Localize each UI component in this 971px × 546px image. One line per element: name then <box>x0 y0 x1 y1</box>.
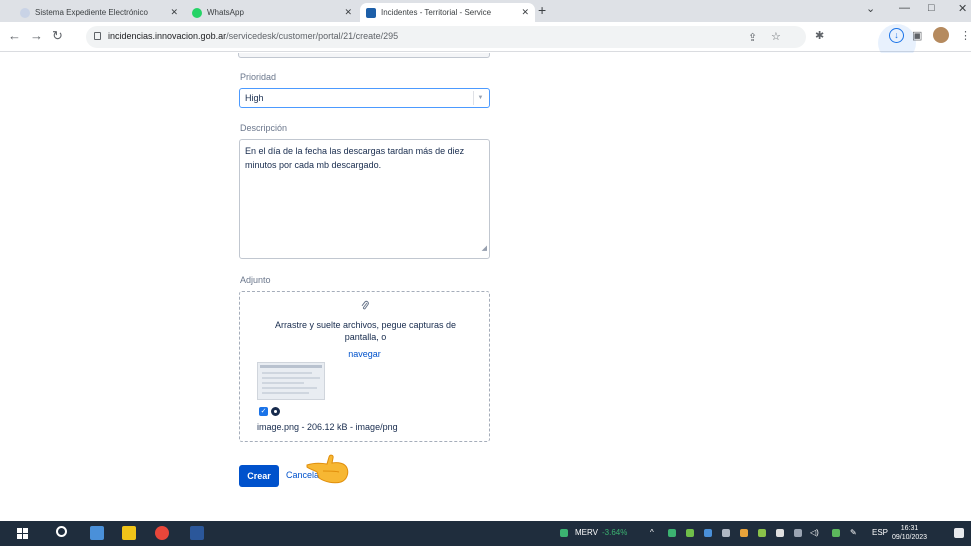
word-icon[interactable] <box>190 526 204 540</box>
previous-field-edge <box>238 53 490 58</box>
browser-toolbar: ← → ↻ incidencias.innovacion.gob.ar/serv… <box>0 22 971 62</box>
tab-search-chevron-icon[interactable]: ⌄ <box>866 2 875 15</box>
close-window-button[interactable]: ✕ <box>958 2 967 15</box>
sidepanel-icon[interactable]: ▣ <box>912 29 922 42</box>
tray-overflow-icon[interactable]: ^ <box>650 528 654 537</box>
thumbnail-line <box>262 377 320 379</box>
address-bar[interactable]: incidencias.innovacion.gob.ar/servicedes… <box>86 26 806 48</box>
tab-title: Incidentes - Territorial - Service <box>381 8 492 17</box>
page-content <box>0 53 971 521</box>
tray-app-icon[interactable] <box>776 529 784 537</box>
description-label: Descripción <box>240 123 288 133</box>
checkbox-icon[interactable]: ✓ <box>259 407 268 416</box>
new-tab-button[interactable]: + <box>538 2 546 18</box>
ticker-name[interactable]: MERV <box>575 528 598 537</box>
tray-app-icon[interactable] <box>668 529 676 537</box>
tab-title: WhatsApp <box>207 8 244 17</box>
ticker-change[interactable]: -3.64% <box>602 528 627 537</box>
servicedesk-favicon-icon <box>366 7 376 18</box>
url-host: incidencias.innovacion.gob.ar <box>108 31 227 41</box>
file-meta: image.png - 206.12 kB - image/png <box>257 422 398 432</box>
download-icon[interactable]: ↓ <box>889 28 904 43</box>
maximize-button[interactable]: □ <box>928 2 935 14</box>
lock-icon[interactable] <box>94 32 101 40</box>
whatsapp-favicon-icon <box>192 7 202 18</box>
remove-icon[interactable] <box>271 407 280 416</box>
windows-start-icon[interactable] <box>17 528 28 539</box>
chrome-icon[interactable] <box>155 526 169 540</box>
clock-date: 09/10/2023 <box>892 534 928 541</box>
volume-icon[interactable]: ◁) <box>810 528 819 537</box>
taskview-icon[interactable] <box>90 526 104 540</box>
close-tab-icon[interactable]: ✕ <box>521 7 529 18</box>
system-clock[interactable]: 16:31 09/10/2023 <box>892 524 927 542</box>
minimize-button[interactable]: — <box>899 2 910 14</box>
browser-tab-strip: Sistema Expediente Electrónico ✕ WhatsAp… <box>0 0 971 22</box>
star-icon[interactable]: ☆ <box>771 30 781 43</box>
priority-value: High <box>245 93 264 103</box>
thumbnail-line <box>262 372 312 374</box>
tray-app-icon[interactable] <box>740 529 748 537</box>
taskbar-search-icon[interactable] <box>56 526 67 537</box>
language-indicator[interactable]: ESP <box>872 528 888 537</box>
tray-app-icon[interactable] <box>722 529 730 537</box>
network-icon[interactable] <box>832 529 840 537</box>
thumbnail-line <box>262 392 309 394</box>
expediente-favicon-icon <box>20 7 30 18</box>
stock-chart-icon[interactable] <box>560 529 568 537</box>
tab-whatsapp[interactable]: WhatsApp ✕ <box>186 3 358 22</box>
attachment-dropzone[interactable]: Arrastre y suelte archivos, pegue captur… <box>239 291 490 442</box>
priority-label: Prioridad <box>240 72 277 82</box>
resize-handle-icon[interactable]: ◢ <box>482 242 487 256</box>
clock-time: 16:31 <box>900 525 919 532</box>
share-icon[interactable]: ⇪ <box>748 31 757 44</box>
chevron-down-icon[interactable]: ▼ <box>473 91 487 105</box>
menu-icon[interactable]: ⋮ <box>960 29 971 42</box>
tab-sistema-expediente[interactable]: Sistema Expediente Electrónico ✕ <box>14 3 184 22</box>
back-icon[interactable]: ← <box>8 28 21 43</box>
attachment-thumbnail[interactable] <box>257 362 325 400</box>
description-value: En el día de la fecha las descargas tard… <box>245 146 465 170</box>
description-textarea[interactable]: En el día de la fecha las descargas tard… <box>239 139 490 259</box>
thumbnail-header <box>260 365 322 368</box>
windows-taskbar: MERV -3.64% ^ ◁) ✎ ESP 16:31 09/10/2023 <box>0 521 971 546</box>
url-path: /servicedesk/customer/portal/21/create/2… <box>226 31 399 41</box>
tab-incidentes[interactable]: Incidentes - Territorial - Service ✕ <box>360 3 535 22</box>
browse-link[interactable]: navegar <box>240 349 489 359</box>
close-tab-icon[interactable]: ✕ <box>170 7 178 18</box>
create-button[interactable]: Crear <box>239 465 279 487</box>
drop-instructions: Arrastre y suelte archivos, pegue captur… <box>274 320 457 342</box>
priority-select[interactable]: High ▼ <box>239 88 490 108</box>
tab-title: Sistema Expediente Electrónico <box>35 8 148 17</box>
url-text[interactable]: incidencias.innovacion.gob.ar/servicedes… <box>108 31 398 41</box>
pointing-hand-icon <box>305 449 351 490</box>
tray-app-icon[interactable] <box>686 529 694 537</box>
extensions-icon[interactable]: ✱ <box>815 29 824 42</box>
tray-app-icon[interactable] <box>758 529 766 537</box>
reload-icon[interactable]: ↻ <box>52 28 63 44</box>
thumbnail-line <box>262 387 317 389</box>
paperclip-icon <box>240 300 489 314</box>
thumbnail-line <box>262 382 304 384</box>
file-explorer-icon[interactable] <box>122 526 136 540</box>
battery-icon[interactable] <box>794 529 802 537</box>
tray-app-icon[interactable] <box>704 529 712 537</box>
profile-avatar[interactable] <box>933 27 949 43</box>
pen-icon[interactable]: ✎ <box>850 528 857 537</box>
notification-icon[interactable] <box>954 528 964 538</box>
attachment-label: Adjunto <box>240 275 271 285</box>
close-tab-icon[interactable]: ✕ <box>344 7 352 18</box>
forward-icon[interactable]: → <box>30 28 43 43</box>
